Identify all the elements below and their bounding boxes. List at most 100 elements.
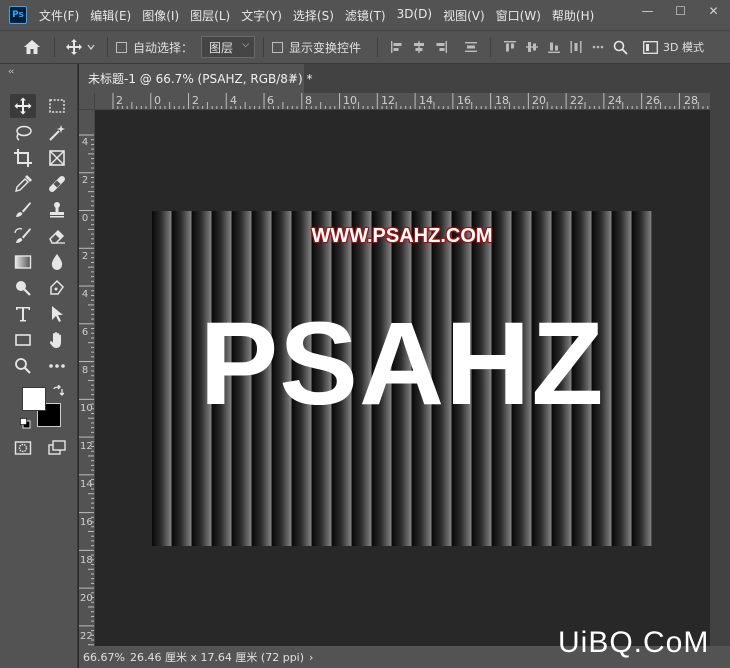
ruler-label: 16 bbox=[80, 517, 93, 528]
photoshop-logo-icon[interactable]: Ps bbox=[9, 6, 27, 24]
eraser-tool[interactable] bbox=[44, 224, 70, 248]
lasso-tool[interactable] bbox=[10, 121, 36, 145]
status-menu-arrow-icon[interactable]: › bbox=[309, 651, 313, 664]
vertical-scrollbar[interactable] bbox=[710, 93, 730, 646]
menu-window[interactable]: 窗口(W) bbox=[496, 7, 541, 24]
quick-mask-mode[interactable] bbox=[10, 436, 36, 460]
move-tool[interactable] bbox=[10, 94, 36, 118]
clone-stamp-tool[interactable] bbox=[44, 198, 70, 222]
align-vertical-centers-icon[interactable] bbox=[521, 36, 543, 58]
zoom-level[interactable]: 66.67% bbox=[83, 651, 125, 664]
water-drop-icon bbox=[51, 254, 63, 270]
url-text-layer[interactable]: WWW.PSAHZ.COM bbox=[152, 225, 652, 248]
move-icon bbox=[14, 97, 32, 115]
magic-wand-tool[interactable] bbox=[44, 121, 70, 145]
arrow-cursor-icon bbox=[52, 306, 63, 322]
show-transform-label: 显示变换控件 bbox=[289, 40, 362, 55]
stamp-icon bbox=[50, 202, 64, 218]
ruler-label: 0 bbox=[154, 94, 161, 107]
hand-tool[interactable] bbox=[44, 328, 70, 352]
menu-3d[interactable]: 3D(D) bbox=[397, 7, 432, 24]
align-horizontal-centers-icon[interactable] bbox=[408, 36, 430, 58]
workspace-icon[interactable] bbox=[637, 40, 663, 54]
ellipsis-icon bbox=[49, 364, 65, 368]
menu-edit[interactable]: 编辑(E) bbox=[90, 7, 131, 24]
home-icon[interactable] bbox=[18, 39, 46, 55]
horizontal-ruler[interactable]: 2 0 2 4 6 8 10 12 14 16 18 20 22 24 26 2… bbox=[95, 93, 710, 110]
menu-view[interactable]: 视图(V) bbox=[443, 7, 485, 24]
menu-type[interactable]: 文字(Y) bbox=[241, 7, 282, 24]
auto-select-checkbox[interactable] bbox=[116, 41, 127, 53]
more-options-icon[interactable] bbox=[587, 36, 609, 58]
search-icon[interactable] bbox=[609, 40, 631, 55]
align-bottom-edges-icon[interactable] bbox=[543, 36, 565, 58]
type-icon bbox=[16, 307, 30, 322]
frame-icon bbox=[49, 150, 65, 166]
align-right-edges-icon[interactable] bbox=[430, 36, 452, 58]
main-text-layer[interactable]: PSAHZ bbox=[152, 299, 652, 429]
close-icon[interactable]: × bbox=[288, 70, 298, 84]
menu-bar: Ps 文件(F) 编辑(E) 图像(I) 图层(L) 文字(Y) 选择(S) 滤… bbox=[0, 0, 730, 30]
minimize-button[interactable]: — bbox=[631, 0, 664, 22]
blur-tool[interactable] bbox=[44, 250, 70, 274]
brush-icon bbox=[16, 202, 31, 217]
align-top-edges-icon[interactable] bbox=[499, 36, 521, 58]
show-transform-checkbox[interactable] bbox=[272, 41, 284, 53]
document-tab[interactable]: 未标题-1 @ 66.7% (PSAHZ, RGB/8#) * × bbox=[79, 64, 312, 93]
zoom-tool[interactable] bbox=[10, 354, 36, 378]
default-colors-icon[interactable] bbox=[20, 418, 31, 432]
ruler-label: 24 bbox=[608, 94, 622, 107]
menu-image[interactable]: 图像(I) bbox=[142, 7, 179, 24]
screen-mode[interactable] bbox=[44, 436, 70, 460]
foreground-color-swatch[interactable] bbox=[22, 387, 46, 411]
gradient-icon bbox=[14, 255, 32, 269]
healing-brush-tool[interactable] bbox=[44, 172, 70, 196]
menu-file[interactable]: 文件(F) bbox=[39, 7, 79, 24]
options-bar: 自动选择： 图层 ⌵ 显示变换控件 3D 模式 bbox=[0, 30, 730, 64]
menu-layer[interactable]: 图层(L) bbox=[190, 7, 230, 24]
ruler-label: 22 bbox=[80, 631, 93, 642]
gradient-tool[interactable] bbox=[10, 250, 36, 274]
tools-panel: ‹‹ bbox=[0, 64, 78, 668]
magic-wand-icon bbox=[49, 125, 65, 141]
document-canvas[interactable]: WWW.PSAHZ.COM PSAHZ bbox=[152, 211, 652, 546]
ruler-label: 14 bbox=[80, 479, 93, 490]
canvas-workspace[interactable]: WWW.PSAHZ.COM PSAHZ bbox=[96, 111, 710, 646]
eyedropper-tool[interactable] bbox=[10, 172, 36, 196]
ruler-label: 22 bbox=[570, 94, 584, 107]
brush-tool[interactable] bbox=[10, 198, 36, 222]
ruler-origin[interactable] bbox=[79, 93, 95, 110]
ruler-label: 2 bbox=[81, 251, 89, 262]
ruler-label: 8 bbox=[81, 365, 89, 376]
frame-tool[interactable] bbox=[44, 146, 70, 170]
maximize-button[interactable]: ☐ bbox=[664, 0, 697, 22]
rectangle-tool[interactable] bbox=[10, 328, 36, 352]
eyedropper-icon bbox=[15, 175, 32, 192]
menu-select[interactable]: 选择(S) bbox=[293, 7, 334, 24]
move-tool-preset-icon[interactable] bbox=[63, 39, 99, 55]
pen-tool[interactable] bbox=[44, 276, 70, 300]
rectangular-marquee-tool[interactable] bbox=[44, 94, 70, 118]
crop-tool[interactable] bbox=[10, 146, 36, 170]
vertical-ruler[interactable]: 4 2 0 2 4 6 8 10 12 14 16 18 20 22 bbox=[79, 110, 95, 646]
history-brush-icon bbox=[14, 227, 31, 243]
document-tab-title: 未标题-1 @ 66.7% (PSAHZ, RGB/8#) * bbox=[88, 72, 313, 86]
more-tools[interactable] bbox=[44, 354, 70, 378]
ruler-label: 16 bbox=[457, 94, 471, 107]
distribute-vertical-icon[interactable] bbox=[460, 36, 482, 58]
type-tool[interactable] bbox=[10, 302, 36, 326]
history-brush-tool[interactable] bbox=[10, 224, 36, 248]
align-left-edges-icon[interactable] bbox=[386, 36, 408, 58]
3d-mode-label[interactable]: 3D 模式 bbox=[663, 39, 707, 55]
distribute-horizontal-icon[interactable] bbox=[565, 36, 587, 58]
collapse-panel-icon[interactable]: ‹‹ bbox=[8, 67, 14, 77]
close-button[interactable]: ✕ bbox=[697, 0, 730, 22]
auto-select-target-dropdown[interactable]: 图层 ⌵ bbox=[201, 36, 256, 58]
separator bbox=[107, 37, 108, 57]
menu-filter[interactable]: 滤镜(T) bbox=[345, 7, 386, 24]
dodge-tool[interactable] bbox=[10, 276, 36, 300]
menu-help[interactable]: 帮助(H) bbox=[552, 7, 594, 24]
swap-colors-icon[interactable] bbox=[52, 384, 65, 400]
ruler-label: 12 bbox=[80, 441, 93, 452]
path-selection-tool[interactable] bbox=[44, 302, 70, 326]
